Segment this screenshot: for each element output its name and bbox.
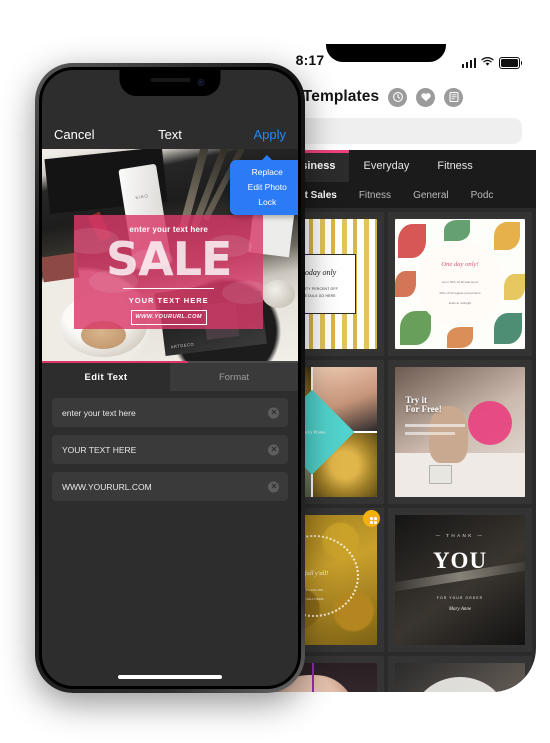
overlay-url-text: WWW.YOURURL.COM xyxy=(135,314,203,321)
photo-product-label: KIKO xyxy=(135,193,150,201)
design-canvas[interactable]: KIKO ARTDECO enter your text here SALE Y… xyxy=(42,149,298,361)
subtab-general[interactable]: General xyxy=(402,182,460,208)
text-field-2-value: YOUR TEXT HERE xyxy=(62,444,137,455)
menu-item-edit-photo[interactable]: Edit Photo xyxy=(230,179,298,194)
clear-icon[interactable] xyxy=(268,444,279,455)
clear-icon[interactable] xyxy=(268,407,279,418)
overlay-headline[interactable]: SALE xyxy=(74,235,263,281)
overlay-mid-text[interactable]: YOUR TEXT HERE xyxy=(74,296,263,305)
battery-icon xyxy=(499,57,523,69)
text-field-2[interactable]: YOUR TEXT HERE xyxy=(52,435,288,464)
subtab-fitness[interactable]: Fitness xyxy=(348,182,402,208)
tab-format[interactable]: Format xyxy=(170,363,298,391)
template-thumbnail: One day only! Up to 50% off all sale ite… xyxy=(395,219,525,349)
phone-notch xyxy=(119,70,221,96)
overlay-url-box[interactable]: WWW.YOURURL.COM xyxy=(130,309,207,325)
history-clock-icon[interactable] xyxy=(388,87,408,107)
status-bar-icons xyxy=(461,54,523,72)
template-title: One day only! xyxy=(441,260,479,268)
template-thumbnail: — THANK — YOU FOR YOUR ORDER Mary Anne xyxy=(395,515,525,645)
photo-object-jar xyxy=(262,280,296,308)
status-bar-time: 8:17 xyxy=(295,52,325,68)
subtab-podcast[interactable]: Podc xyxy=(460,182,505,208)
context-menu-popup[interactable]: Replace Edit Photo Lock xyxy=(230,159,298,215)
phone-screen: Cancel Text Apply KIKO ARTDECO enter you… xyxy=(42,70,298,686)
editor-nav-bar: Cancel Text Apply xyxy=(42,120,298,149)
text-field-1-value: enter your text here xyxy=(62,407,136,418)
editor-tabs[interactable]: Edit Text Format xyxy=(42,363,298,391)
photo-palette-label: ARTDECO xyxy=(170,341,195,350)
tab-edit-text[interactable]: Edit Text xyxy=(42,363,170,391)
sale-overlay[interactable]: enter your text here SALE YOUR TEXT HERE… xyxy=(74,214,264,330)
my-designs-icon[interactable] xyxy=(444,87,464,107)
apply-button[interactable]: Apply xyxy=(253,127,286,142)
phone-bezel: Cancel Text Apply KIKO ARTDECO enter you… xyxy=(39,67,301,689)
cellular-signal-icon xyxy=(461,58,476,68)
earpiece-speaker-icon xyxy=(150,78,190,82)
front-camera-icon xyxy=(197,79,205,86)
clear-icon[interactable] xyxy=(268,481,279,492)
template-card[interactable]: Try it For Free! xyxy=(388,360,532,504)
favorites-heart-icon[interactable] xyxy=(416,87,436,107)
pro-badge-icon xyxy=(363,510,380,527)
template-title: Try it For Free! xyxy=(405,394,442,415)
menu-item-lock[interactable]: Lock xyxy=(230,194,298,209)
overlay-divider xyxy=(123,287,215,290)
tab-everyday[interactable]: Everyday xyxy=(349,150,423,182)
text-field-3[interactable]: WWW.YOURURL.COM xyxy=(52,472,288,501)
text-fields-list: enter your text here YOUR TEXT HERE WWW.… xyxy=(42,398,298,509)
template-card[interactable]: — THANK — YOU FOR YOUR ORDER Mary Anne xyxy=(388,508,532,652)
text-field-3-value: WWW.YOURURL.COM xyxy=(62,481,152,492)
tab-fitness[interactable]: Fitness xyxy=(423,150,486,182)
text-field-1[interactable]: enter your text here xyxy=(52,398,288,427)
template-card[interactable]: One day only! Up to 50% off all sale ite… xyxy=(388,212,532,356)
template-card[interactable]: THANK YOU FOR YOUR ORDER Stephanie Marie xyxy=(388,656,532,692)
status-bar-notch xyxy=(326,44,446,62)
menu-item-replace[interactable]: Replace xyxy=(230,165,298,180)
template-thumbnail: THANK YOU FOR YOUR ORDER Stephanie Marie xyxy=(395,663,525,692)
template-title: YOU xyxy=(432,547,488,573)
template-thumbnail: Try it For Free! xyxy=(395,367,525,497)
foreground-phone: Cancel Text Apply KIKO ARTDECO enter you… xyxy=(35,63,305,693)
wifi-icon xyxy=(481,54,494,72)
home-indicator[interactable] xyxy=(118,675,222,679)
